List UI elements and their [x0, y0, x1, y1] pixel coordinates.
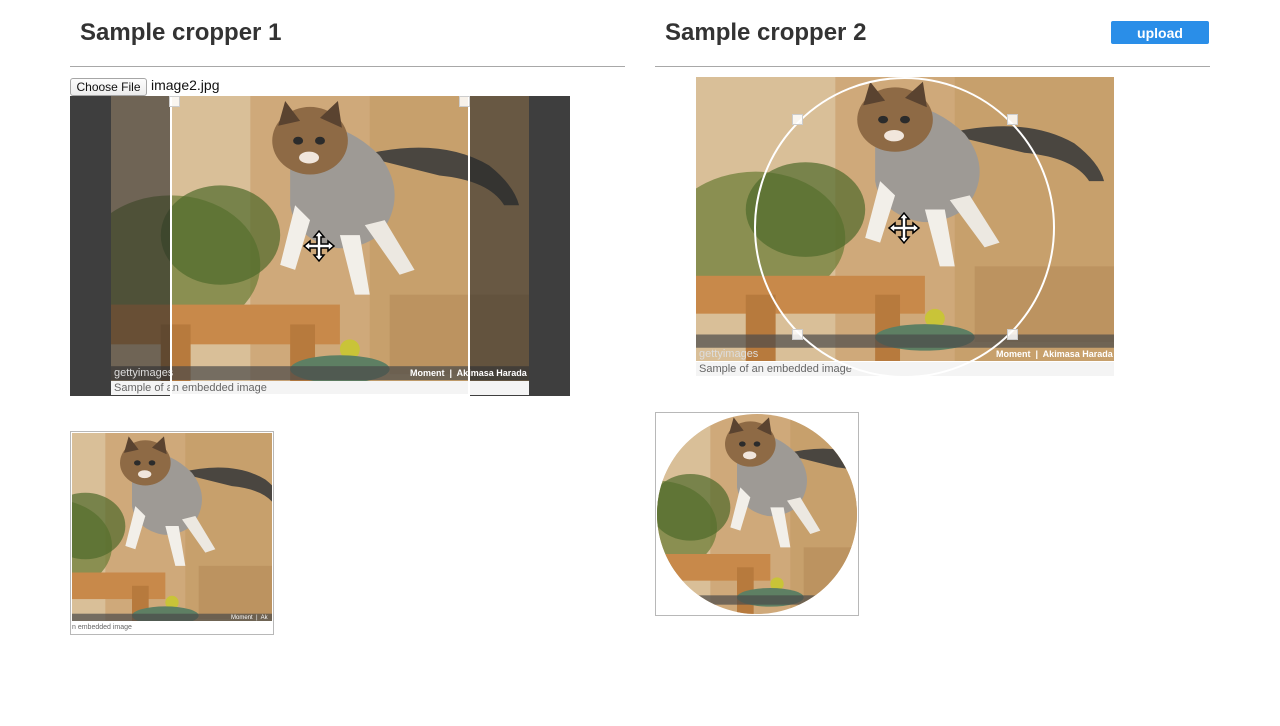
- cropper1-credit-brand: gettyimages: [114, 367, 174, 379]
- cropper2-preview: [655, 412, 859, 616]
- cropper1-preview: Moment | Ak n embedded image: [70, 431, 274, 635]
- cropper2-handle-bottom-right[interactable]: [1007, 329, 1018, 340]
- cropper2-stage[interactable]: Sample of an embedded image gettyimages …: [696, 77, 1114, 378]
- choose-file-button[interactable]: Choose File: [70, 78, 147, 96]
- cropper1-dim-right: [470, 96, 570, 396]
- upload-button[interactable]: upload: [1111, 21, 1209, 44]
- cropper1-handle-top-left[interactable]: [169, 96, 180, 107]
- cropper2-preview-image: [657, 414, 857, 614]
- cropper2-credit-brand: gettyimages: [699, 348, 759, 360]
- selected-file-name: image2.jpg: [151, 77, 220, 93]
- cropper2-handle-top-left[interactable]: [792, 114, 803, 125]
- cropper2-preview-circle: [657, 414, 857, 614]
- cropper2-title: Sample cropper 2: [665, 19, 867, 46]
- cropper2-credit-text: Moment | Akimasa Harada: [996, 349, 1113, 359]
- cropper1-handle-top-right[interactable]: [459, 96, 470, 107]
- cropper1-title: Sample cropper 1: [80, 19, 282, 46]
- cropper1-preview-caption: n embedded image: [72, 624, 132, 631]
- cropper1-dim-left: [70, 96, 170, 396]
- cropper1-preview-image: [72, 433, 272, 621]
- move-cursor-icon: [302, 229, 336, 263]
- cropper1-stage[interactable]: Sample of an embedded image gettyimages …: [70, 96, 570, 396]
- cropper2-divider: [655, 66, 1210, 67]
- cropper2-handle-bottom-left[interactable]: [792, 329, 803, 340]
- cropper1-divider: [70, 66, 625, 67]
- cropper2-handle-top-right[interactable]: [1007, 114, 1018, 125]
- cropper1-preview-credit: Moment | Ak: [231, 615, 268, 621]
- move-cursor-icon: [887, 211, 921, 245]
